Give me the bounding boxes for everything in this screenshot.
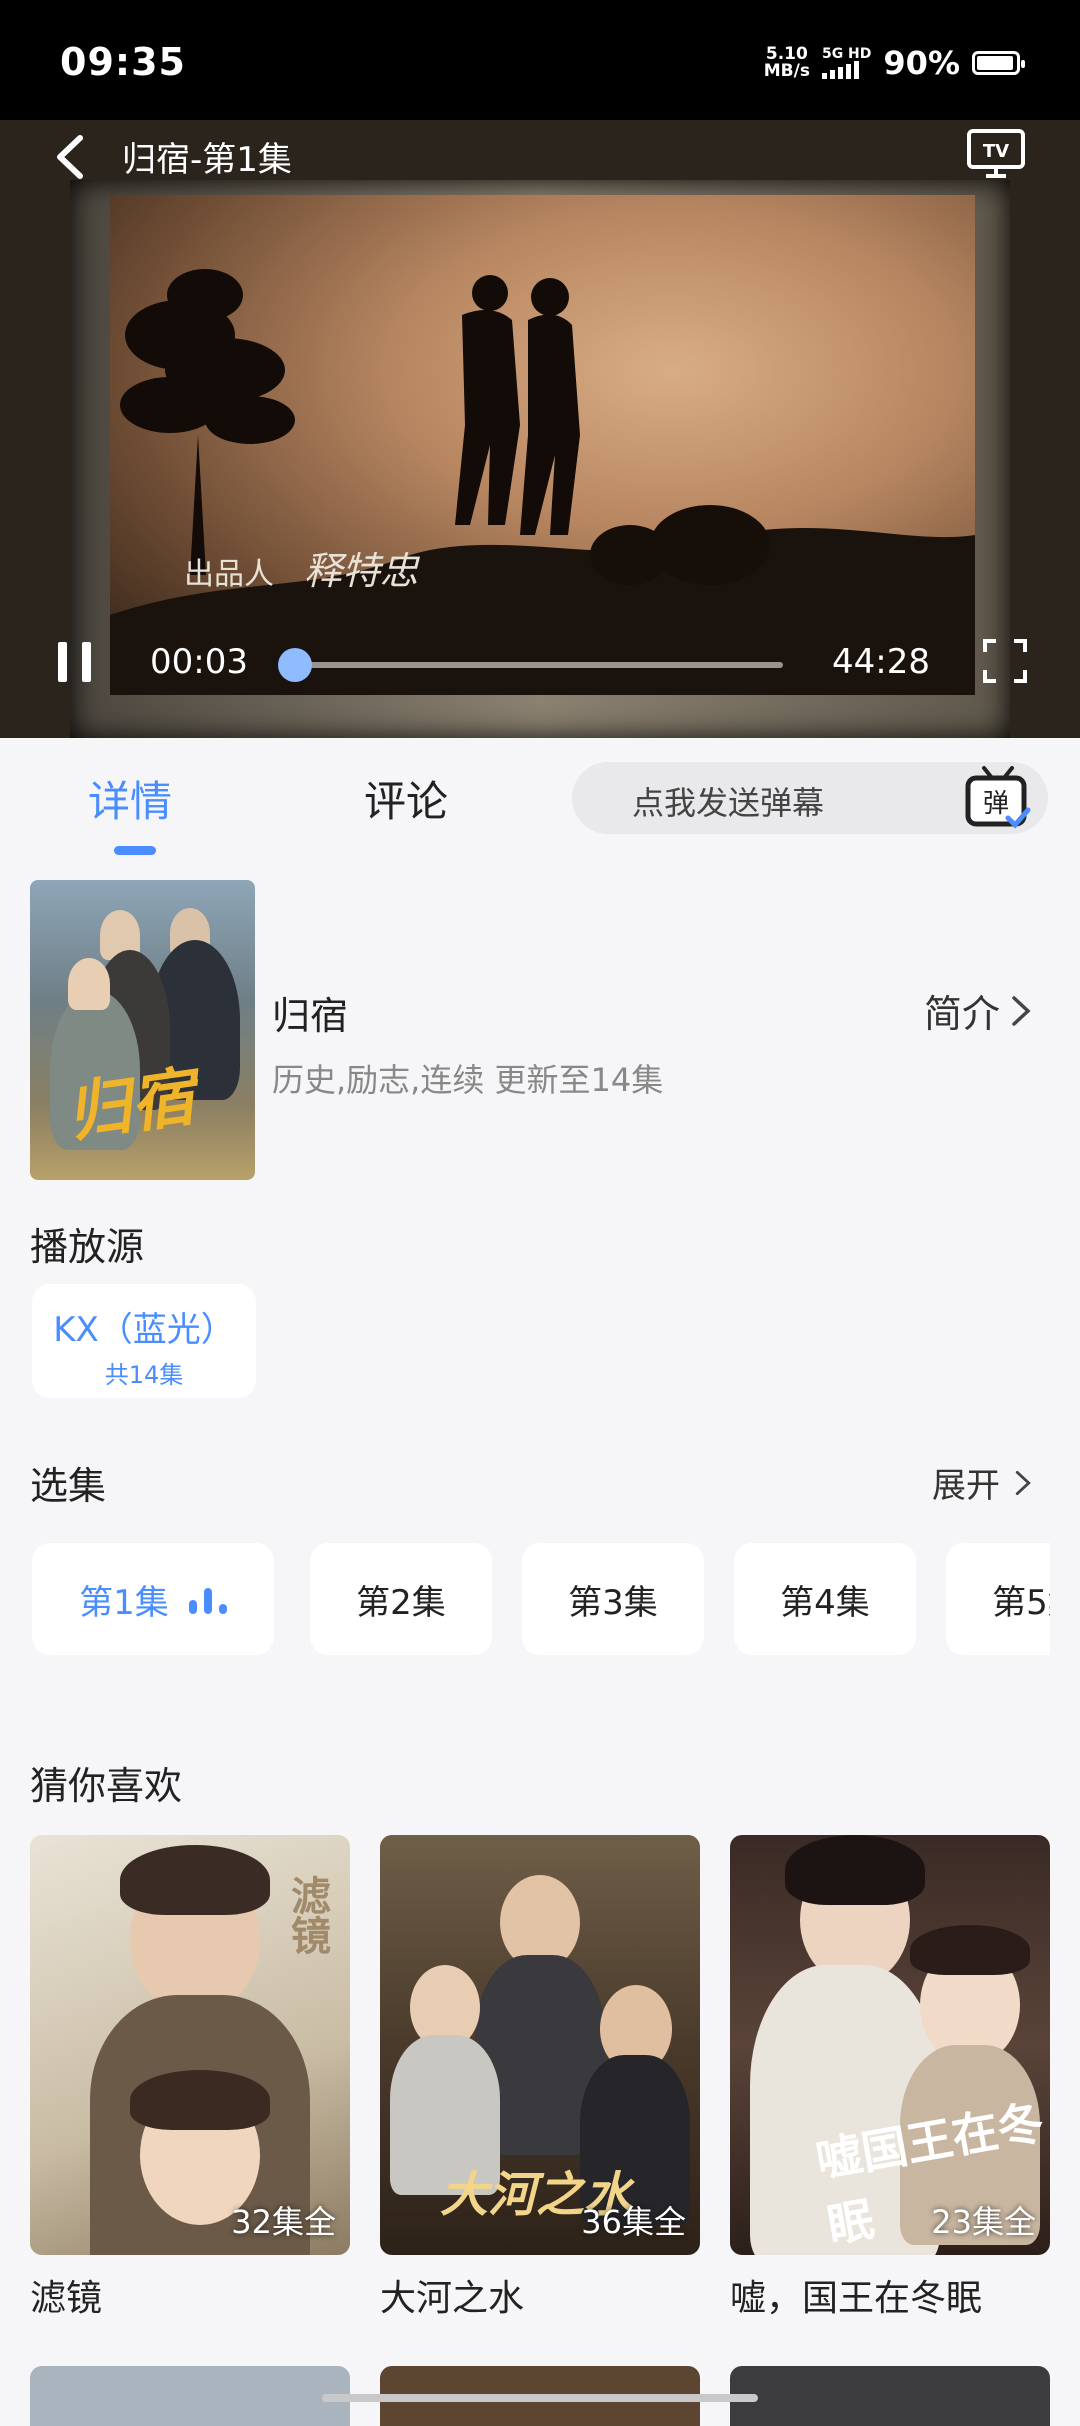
back-arrow-icon[interactable] [50, 132, 90, 182]
intro-label: 简介 [924, 983, 1000, 1038]
episode-item-5[interactable]: 第5集 [946, 1543, 1050, 1655]
pause-icon[interactable] [56, 638, 96, 686]
battery-icon [972, 51, 1020, 75]
chevron-right-icon [1014, 1468, 1032, 1498]
episode-item-4[interactable]: 第4集 [734, 1543, 916, 1655]
source-name: KX（蓝光） [32, 1302, 256, 1351]
episode-count: 36集全 [581, 2197, 686, 2243]
svg-text:弹: 弹 [983, 789, 1009, 819]
recommend-item-peek [730, 2366, 1050, 2426]
fullscreen-icon[interactable] [982, 638, 1028, 684]
recommend-item[interactable]: 嘘国王在冬眠 23集全 嘘，国王在冬眠 [730, 1835, 1050, 2321]
player-controls: 00:03 44:28 [0, 638, 1080, 738]
episodes-section-title: 选集 [30, 1455, 106, 1510]
episode-count: 23集全 [931, 2197, 1036, 2243]
tab-detail[interactable]: 详情 [88, 768, 172, 829]
chevron-right-icon [1010, 994, 1032, 1028]
net-speed: 5.10 MB/s [764, 46, 810, 80]
recommend-name: 嘘，国王在冬眠 [730, 2269, 1050, 2321]
recommend-cover: 嘘国王在冬眠 23集全 [730, 1835, 1050, 2255]
now-playing-icon [189, 1584, 227, 1614]
intro-button[interactable]: 简介 [924, 983, 1032, 1038]
expand-label: 展开 [932, 1458, 1000, 1507]
video-subtitle: 出品人释特忠 [184, 540, 418, 595]
status-right: 5.10 MB/s 5G HD 90% [764, 44, 1020, 82]
source-episode-count: 共14集 [32, 1355, 256, 1390]
cover-title: 滤镜 [278, 1875, 336, 1955]
danmaku-placeholder: 点我发送弹幕 [632, 778, 824, 824]
source-option[interactable]: KX（蓝光） 共14集 [32, 1284, 256, 1398]
show-meta: 历史,励志,连续 更新至14集 [272, 1055, 663, 1101]
recommend-item-peek [30, 2366, 350, 2426]
progress-thumb[interactable] [278, 648, 312, 682]
recommend-item[interactable]: 大河之水 36集全 大河之水 [380, 1835, 700, 2321]
danmaku-input[interactable]: 点我发送弹幕 弹 [572, 762, 1048, 834]
episode-item-3[interactable]: 第3集 [522, 1543, 704, 1655]
danmaku-toggle-icon[interactable]: 弹 [962, 764, 1034, 834]
recommend-name: 滤镜 [30, 2269, 350, 2321]
episode-count: 32集全 [231, 2197, 336, 2243]
video-title: 归宿-第1集 [122, 132, 292, 181]
expand-episodes-button[interactable]: 展开 [932, 1458, 1032, 1507]
episode-list: 第1集 第2集 第3集 第4集 第5集 [0, 1543, 1050, 1655]
cast-tv-icon[interactable]: TV [966, 128, 1026, 180]
recommend-item[interactable]: 滤镜 32集全 滤镜 [30, 1835, 350, 2321]
recommend-cover: 滤镜 32集全 [30, 1835, 350, 2255]
player-top-bar: 归宿-第1集 TV [0, 120, 1080, 200]
signal-icon: 5G HD [822, 47, 871, 79]
status-bar: 09:35 5.10 MB/s 5G HD 90% [0, 0, 1080, 120]
episode-item-2[interactable]: 第2集 [310, 1543, 492, 1655]
tab-active-indicator [114, 846, 156, 855]
tab-bar: 详情 评论 点我发送弹幕 弹 [0, 738, 1080, 858]
signal-label: 5G HD [822, 47, 871, 61]
recommend-name: 大河之水 [380, 2269, 700, 2321]
current-time: 00:03 [150, 642, 248, 682]
progress-bar[interactable] [295, 662, 783, 668]
poster-title: 归宿 [60, 1046, 200, 1155]
tab-comments[interactable]: 评论 [364, 768, 448, 829]
recommend-cover: 大河之水 36集全 [380, 1835, 700, 2255]
status-time: 09:35 [60, 40, 186, 84]
video-player[interactable]: 出品人释特忠 归宿-第1集 TV 00:03 44:28 [0, 120, 1080, 738]
episode-item-1[interactable]: 第1集 [32, 1543, 274, 1655]
show-poster[interactable]: 归宿 [30, 880, 255, 1180]
home-indicator[interactable] [322, 2394, 758, 2402]
video-frame [110, 195, 975, 695]
battery-percent: 90% [883, 44, 960, 82]
svg-text:TV: TV [983, 141, 1009, 162]
show-name: 归宿 [272, 985, 348, 1040]
duration: 44:28 [832, 642, 930, 682]
source-section-title: 播放源 [30, 1216, 144, 1271]
recommend-section-title: 猜你喜欢 [30, 1755, 182, 1810]
